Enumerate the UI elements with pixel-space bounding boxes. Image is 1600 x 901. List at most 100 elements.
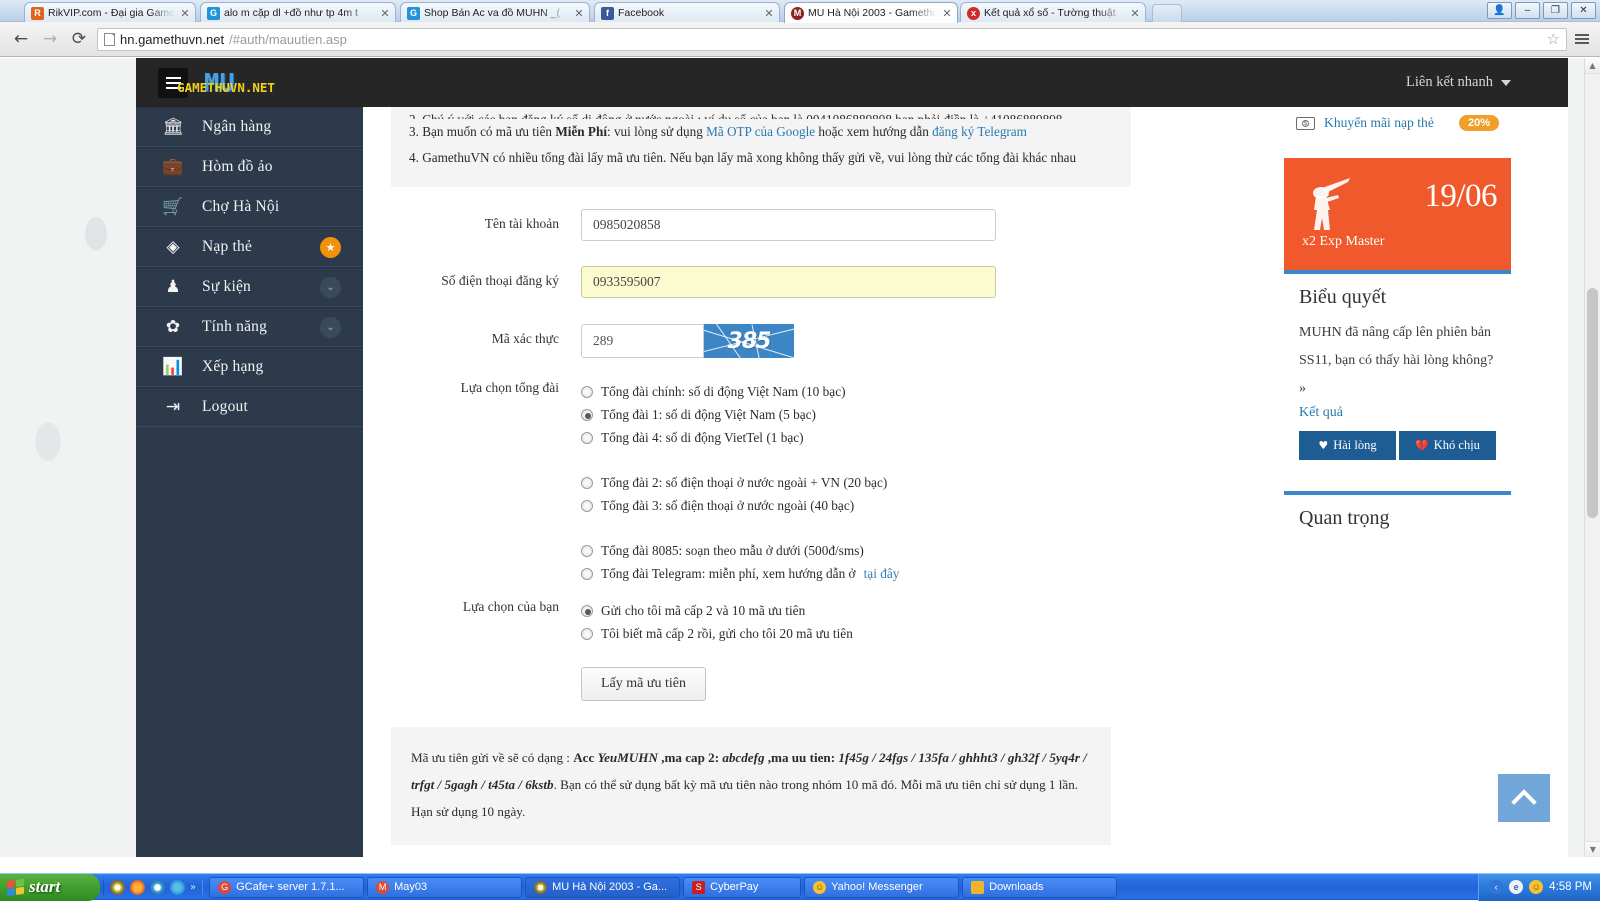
get-priority-code-button[interactable]: Lấy mã ưu tiên	[581, 667, 706, 701]
browser-tab[interactable]: f Facebook ✕	[594, 2, 780, 23]
user-profile-button[interactable]: 👤	[1487, 2, 1512, 19]
system-clock[interactable]: 4:58 PM	[1549, 881, 1592, 893]
vote-yes-label: Hài lòng	[1333, 438, 1376, 453]
site-logo[interactable]: MU GAMETHUVN.NET	[204, 70, 275, 95]
radio-icon[interactable]	[581, 500, 593, 512]
diamond-icon: ◈	[162, 239, 184, 256]
coccoc-icon[interactable]	[150, 880, 165, 895]
scroll-to-top-button[interactable]	[1498, 774, 1550, 822]
info-bold: Acc	[573, 750, 597, 765]
browser-menu-icon[interactable]	[1574, 32, 1590, 46]
yahoo-tray-icon[interactable]: ☺	[1529, 880, 1543, 894]
tab-close-icon[interactable]: ✕	[763, 7, 775, 20]
back-icon[interactable]: ←	[10, 28, 32, 50]
taskbar-item-downloads[interactable]: Downloads	[962, 877, 1117, 898]
sidebar-item-su-kien[interactable]: ♟ Sự kiện ⌄	[136, 267, 363, 307]
radio-option-telegram[interactable]: Tổng đài Telegram: miễn phí, xem hướng d…	[581, 562, 899, 585]
bookmark-star-icon[interactable]: ☆	[1547, 30, 1560, 48]
window-controls: 👤 – ❐ ✕	[1487, 2, 1596, 19]
android-icon: ♟	[162, 279, 184, 296]
browser-tab[interactable]: G alo m cặp dl +đồ như tp 4m t ✕	[200, 2, 396, 23]
page-scrollbar[interactable]: ▲ ▼	[1584, 58, 1600, 857]
minimize-button[interactable]: –	[1515, 2, 1540, 19]
quick-launch-overflow-icon[interactable]: »	[190, 882, 196, 893]
promo-card[interactable]: $ Khuyến mãi nạp thẻ 20%	[1284, 107, 1511, 141]
radio-icon[interactable]	[581, 628, 593, 640]
money-icon: $	[1296, 117, 1315, 130]
vote-result-link[interactable]: Kết quả	[1299, 405, 1343, 420]
sidebar-item-logout[interactable]: ⇥ Logout	[136, 387, 363, 427]
taskbar-item-gcafe[interactable]: G GCafe+ server 1.7.1...	[209, 877, 364, 898]
scroll-down-arrow-icon[interactable]: ▼	[1585, 841, 1600, 857]
radio-icon[interactable]	[581, 568, 593, 580]
radio-option[interactable]: Tổng đài 1: số di động Việt Nam (5 bạc)	[581, 403, 899, 426]
taskbar-item-may03[interactable]: M May03	[367, 877, 522, 898]
radio-icon-selected[interactable]	[581, 409, 593, 421]
browser-tab[interactable]: R RikVIP.com - Đại gia Game bà ✕	[24, 2, 196, 23]
event-banner[interactable]: 19/06 x2 Exp Master	[1284, 158, 1511, 270]
telegram-icon[interactable]	[170, 880, 185, 895]
radio-option[interactable]: Tổng đài 4: số di động VietTel (1 bạc)	[581, 426, 899, 449]
tab-close-icon[interactable]: ✕	[1129, 7, 1141, 20]
radio-icon[interactable]	[581, 386, 593, 398]
taskbar-item-yahoo[interactable]: ☺ Yahoo! Messenger	[804, 877, 959, 898]
scrollbar-thumb[interactable]	[1587, 288, 1598, 518]
telegram-guide-link[interactable]: tại đây	[864, 566, 900, 582]
sidebar-item-hom-do-ao[interactable]: 💼 Hòm đồ ảo	[136, 147, 363, 187]
folder-icon	[971, 881, 984, 894]
internet-explorer-icon[interactable]: e	[1509, 880, 1523, 894]
reload-icon[interactable]: ⟳	[68, 28, 90, 50]
tab-close-icon[interactable]: ✕	[573, 7, 585, 20]
info-level2-code: abcdefg	[722, 750, 764, 765]
address-bar[interactable]: hn.gamethuvn.net/#auth/mauutien.asp ☆	[97, 28, 1567, 51]
sidebar-item-nap-the[interactable]: ◈ Nạp thẻ ★	[136, 227, 363, 267]
maximize-button[interactable]: ❐	[1543, 2, 1568, 19]
scroll-up-arrow-icon[interactable]: ▲	[1585, 58, 1600, 74]
new-tab-button[interactable]	[1152, 4, 1182, 22]
sidebar-item-tinh-nang[interactable]: ✿ Tính năng ⌄	[136, 307, 363, 347]
page-info-icon[interactable]	[104, 33, 115, 46]
firefox-icon[interactable]	[130, 880, 145, 895]
radio-option[interactable]: Tổng đài 8085: soạn theo mẫu ở dưới (500…	[581, 539, 899, 562]
start-label: start	[29, 877, 60, 897]
browser-tab[interactable]: G Shop Bán Ac va đồ MUHN _( ✕	[400, 2, 590, 23]
forward-icon[interactable]: →	[39, 28, 61, 50]
notice-line-2: 2. Chú ý với các bạn đăng ký số di động …	[409, 107, 1113, 119]
radio-option[interactable]: Tổng đài 3: số điện thoại ở nước ngoài (…	[581, 494, 899, 517]
vote-satisfied-button[interactable]: ♥ Hài lòng	[1299, 431, 1396, 460]
taskbar-item-mu-hanoi[interactable]: MU Hà Nội 2003 - Ga...	[525, 877, 680, 898]
captcha-input[interactable]: 289	[581, 324, 704, 358]
browser-tab-active[interactable]: M MU Hà Nội 2003 - GamethuVN ✕	[784, 2, 958, 23]
google-otp-link[interactable]: Mã OTP của Google	[706, 124, 815, 139]
start-button[interactable]: start	[0, 874, 100, 901]
taskbar-item-label: Downloads	[989, 881, 1043, 893]
tab-close-icon[interactable]: ✕	[941, 7, 953, 20]
radio-icon[interactable]	[581, 477, 593, 489]
taskbar-item-cyberpay[interactable]: S CyberPay	[683, 877, 801, 898]
close-window-button[interactable]: ✕	[1571, 2, 1596, 19]
sidebar-item-ngan-hang[interactable]: 🏛 Ngân hàng	[136, 107, 363, 147]
chrome-icon[interactable]	[110, 880, 125, 895]
phone-input[interactable]: 0933595007	[581, 266, 996, 298]
sidebar-item-xep-hang[interactable]: 📊 Xếp hạng	[136, 347, 363, 387]
vote-unsatisfied-button[interactable]: 💔 Khó chịu	[1399, 431, 1496, 460]
radio-option[interactable]: Tổng đài chính: số di động Việt Nam (10 …	[581, 380, 899, 403]
radio-option[interactable]: Gửi cho tôi mã cấp 2 và 10 mã ưu tiên	[581, 599, 853, 622]
account-input[interactable]: 0985020858	[581, 209, 996, 241]
radio-icon-selected[interactable]	[581, 605, 593, 617]
browser-tab[interactable]: x Kết quả xổ số - Tường thuật ✕	[960, 2, 1146, 23]
tab-close-icon[interactable]: ✕	[379, 7, 391, 20]
captcha-image[interactable]: 385	[704, 324, 794, 358]
quick-link-dropdown[interactable]: Liên kết nhanh	[1406, 74, 1511, 91]
telegram-register-link[interactable]: đăng ký Telegram	[932, 124, 1027, 139]
tab-close-icon[interactable]: ✕	[179, 7, 191, 20]
radio-option[interactable]: Tổng đài 2: số điện thoại ở nước ngoài +…	[581, 471, 899, 494]
radio-icon[interactable]	[581, 432, 593, 444]
notice-text: : vui lòng sử dụng	[607, 124, 706, 139]
radio-option[interactable]: Tôi biết mã cấp 2 rồi, gửi cho tôi 20 mã…	[581, 622, 853, 645]
show-hidden-icons-icon[interactable]: ‹	[1489, 880, 1503, 894]
chevron-down-icon	[1501, 80, 1511, 86]
sidebar-item-cho-ha-noi[interactable]: 🛒 Chợ Hà Nội	[136, 187, 363, 227]
radio-icon[interactable]	[581, 545, 593, 557]
promo-label[interactable]: Khuyến mãi nạp thẻ	[1324, 115, 1450, 131]
